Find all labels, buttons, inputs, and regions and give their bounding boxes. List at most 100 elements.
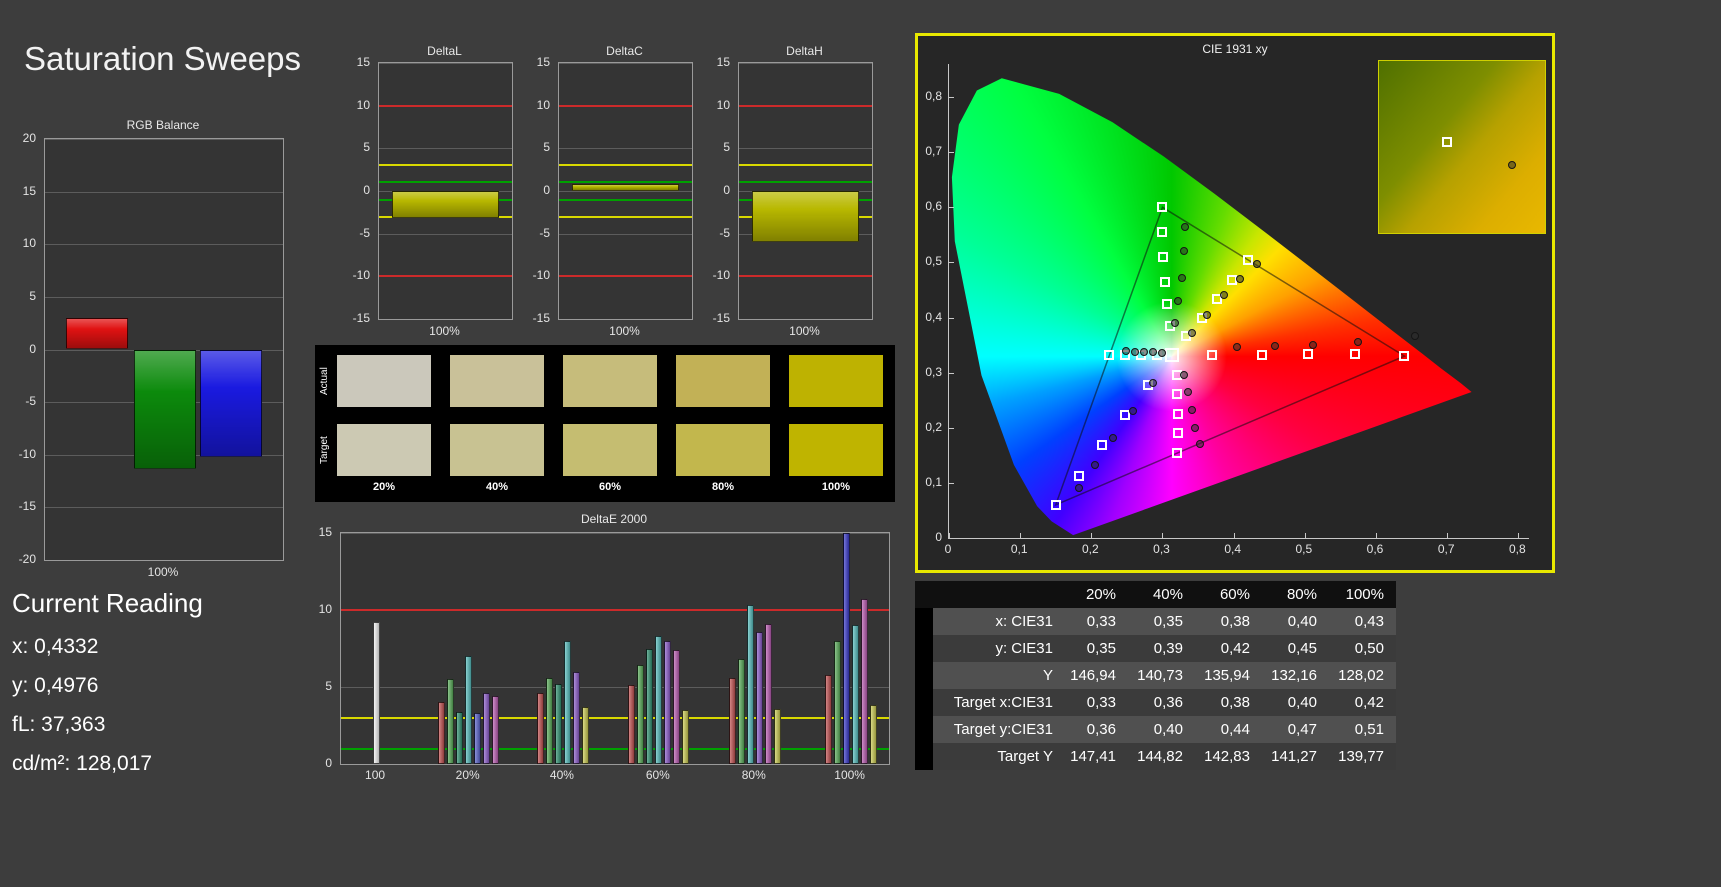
cie-current-square (1165, 348, 1179, 362)
cie-measured-dot (1188, 406, 1196, 414)
y-tick-label: -5 (344, 226, 370, 240)
table-gutter (915, 743, 933, 770)
table-value: 0,36 (1061, 716, 1128, 743)
cie-target-square (1207, 350, 1217, 360)
delta-h-chart: DeltaH 151050-5-10-15 100% (698, 44, 878, 344)
gridline (341, 687, 889, 688)
delta-l-chart: DeltaL 151050-5-10-15 100% (338, 44, 518, 344)
reference-line (341, 717, 889, 719)
cie-target-square (1051, 500, 1061, 510)
y-tick-label: 0,2 (918, 420, 942, 434)
deltae-bar (474, 713, 481, 764)
cie-measured-dot (1091, 461, 1099, 469)
page-title: Saturation Sweeps (24, 40, 301, 78)
deltae-bar (852, 625, 859, 764)
y-tick-label: -20 (8, 552, 36, 566)
delta-e2000-y-axis: 151050 (310, 532, 336, 763)
cie-measured-dot (1196, 440, 1204, 448)
y-tick-label: -5 (524, 226, 550, 240)
cie-target-square (1162, 299, 1172, 309)
saturation-sweeps-page: Saturation Sweeps RGB Balance 20151050-5… (0, 0, 1721, 887)
x-tick-label: 100% (834, 768, 865, 782)
delta-l-plot (378, 62, 513, 320)
y-tick-label: 0,4 (918, 310, 942, 324)
x-tick-label: 0 (945, 542, 952, 556)
reference-line (379, 164, 512, 166)
table-value: 0,40 (1128, 716, 1195, 743)
delta-l-title: DeltaL (378, 44, 511, 58)
gridline (559, 63, 692, 64)
table-gutter (915, 635, 933, 662)
table-value: 0,40 (1262, 689, 1329, 716)
cie-target-square (1243, 255, 1253, 265)
green-bar (134, 350, 196, 470)
table-value: 132,16 (1262, 662, 1329, 689)
reference-line (739, 275, 872, 277)
swatch-percent-label: 60% (563, 481, 657, 493)
deltae-bar (774, 709, 781, 764)
reference-line (739, 164, 872, 166)
actual-swatch-100% (789, 355, 883, 407)
swatch-percent-label: 80% (676, 481, 770, 493)
y-tick-label: 0,8 (918, 89, 942, 103)
table-corner (933, 581, 1061, 608)
deltae-bar (646, 649, 653, 765)
table-value: 140,73 (1128, 662, 1195, 689)
deltae-bar (546, 678, 553, 764)
y-tick-label: 5 (8, 289, 36, 303)
reference-line (559, 275, 692, 277)
gridline (379, 234, 512, 235)
cie-measured-dot (1140, 348, 1148, 356)
deltae-bar (738, 659, 745, 764)
deltae-bar (456, 712, 463, 764)
table-corner (915, 581, 933, 608)
table-value: 0,35 (1061, 635, 1128, 662)
cie-chart-title: CIE 1931 xy (918, 42, 1552, 56)
y-tick-label: 0 (704, 183, 730, 197)
rgb-balance-chart: RGB Balance 20151050-5-10-15-20 100% (8, 118, 288, 588)
gridline (341, 764, 889, 765)
reference-line (379, 275, 512, 277)
table-value: 0,38 (1195, 689, 1262, 716)
delta-c-y-axis: 151050-5-10-15 (524, 62, 554, 318)
deltae-bar (573, 672, 580, 764)
table-row-label: Y (933, 662, 1061, 689)
table-value: 0,47 (1262, 716, 1329, 743)
x-tick-label: 0,7 (1438, 542, 1455, 556)
deltae-bar (673, 650, 680, 764)
cie-measured-dot (1236, 275, 1244, 283)
reference-line (739, 105, 872, 107)
table-value: 142,83 (1195, 743, 1262, 770)
deltae-bar (373, 622, 380, 764)
table-value: 0,36 (1128, 689, 1195, 716)
y-tick-label: 10 (524, 98, 550, 112)
table-gutter (915, 662, 933, 689)
cie-measured-dot (1131, 348, 1139, 356)
cie-target-square (1074, 471, 1084, 481)
table-value: 141,27 (1262, 743, 1329, 770)
deltae-bar (765, 624, 772, 764)
reference-line (379, 181, 512, 183)
cie-target-square (1104, 350, 1114, 360)
y-tick-label: 15 (704, 55, 730, 69)
table-col-header: 80% (1262, 581, 1329, 608)
y-tick-label: -10 (524, 268, 550, 282)
gridline (559, 234, 692, 235)
delta-e2000-chart: DeltaE 2000 151050 10020%40%60%80%100% (306, 512, 906, 787)
delta-c-title: DeltaC (558, 44, 691, 58)
inset-target-square (1442, 137, 1452, 147)
x-tick-label: 0,6 (1367, 542, 1384, 556)
deltae-bar (682, 710, 689, 764)
gridline (341, 533, 889, 534)
swatch-percent-label: 20% (337, 481, 431, 493)
deltae-bar (834, 641, 841, 764)
table-value: 0,42 (1329, 689, 1396, 716)
table-value: 0,44 (1195, 716, 1262, 743)
x-tick-label: 20% (456, 768, 480, 782)
delta-h-plot (738, 62, 873, 320)
reference-line (559, 181, 692, 183)
reference-line (559, 216, 692, 218)
x-tick-label: 0,3 (1153, 542, 1170, 556)
cie-1931-chart: CIE 1931 xy 00,10,20,30,40,50,60,70,8 00… (915, 33, 1555, 573)
table-value: 0,38 (1195, 608, 1262, 635)
